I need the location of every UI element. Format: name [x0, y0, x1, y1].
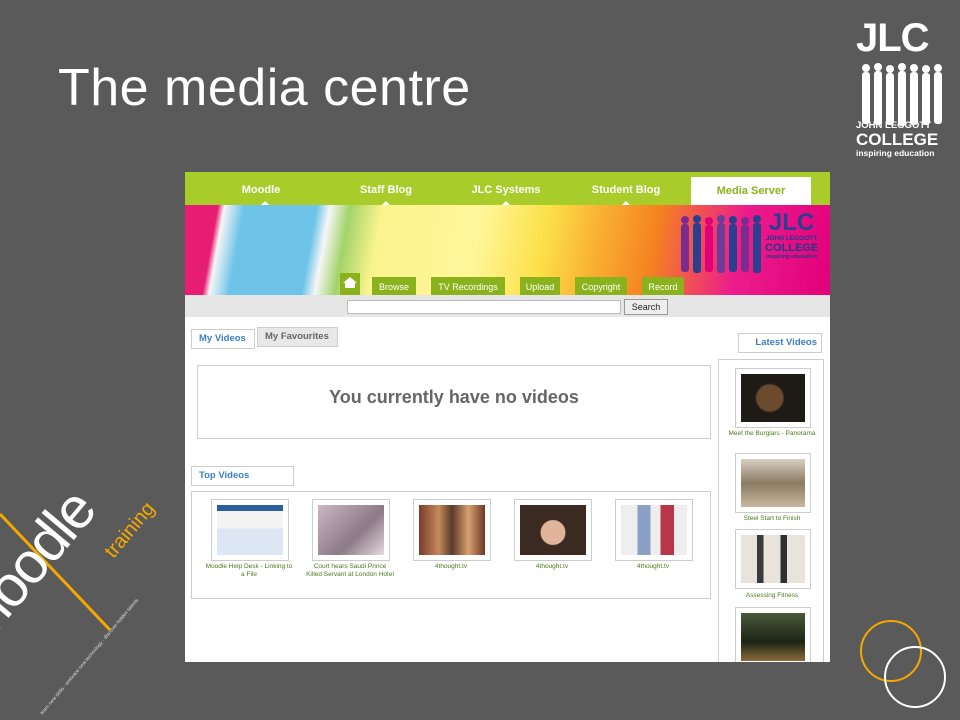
banner-logo-line2: COLLEGE [765, 242, 819, 254]
my-videos-panel: You currently have no videos [197, 365, 711, 439]
search-bar: Search [185, 295, 830, 317]
subtab-upload[interactable]: Upload [520, 277, 560, 295]
video-caption[interactable]: 4thought.tv [508, 563, 596, 571]
video-thumbnail[interactable] [615, 499, 693, 561]
video-caption[interactable]: Assessing Fitness [725, 592, 819, 600]
video-thumbnail[interactable] [735, 607, 811, 662]
slide-title: The media centre [58, 59, 471, 117]
empty-videos-message: You currently have no videos [329, 387, 579, 407]
burglars-thumbnail [741, 374, 805, 422]
video-thumbnail[interactable] [735, 453, 811, 513]
tab-my-favourites[interactable]: My Favourites [257, 327, 338, 347]
video-caption[interactable]: 4thought.tv [407, 563, 495, 571]
court-news-thumbnail [318, 505, 384, 555]
jlc-logo-line3: inspiring education [856, 148, 935, 158]
moodle-training-logo: moodle training learn new skills · embra… [0, 478, 200, 720]
tab-my-videos[interactable]: My Videos [191, 329, 255, 349]
video-thumbnail[interactable] [735, 529, 811, 589]
banner-logo-mark: JLC [768, 209, 815, 236]
jlc-logo-line2: COLLEGE [856, 130, 939, 149]
video-thumbnail[interactable] [735, 368, 811, 428]
search-button[interactable]: Search [624, 299, 668, 315]
video-caption[interactable]: Court hears Saudi Prince Killed Servant … [306, 563, 394, 578]
4thought-thumbnail [621, 505, 687, 555]
4thought-thumbnail [419, 505, 485, 555]
subtab-record[interactable]: Record [642, 277, 684, 295]
video-caption[interactable]: Meet the Burglars - Panorama [725, 430, 819, 438]
silhouette-people-icon [862, 63, 942, 126]
white-circle-decoration [884, 646, 946, 708]
banner-jlc-logo: JLC JOHN LEGGOTT COLLEGE inspiring educa… [765, 209, 819, 261]
video-thumbnail[interactable] [413, 499, 491, 561]
moodle-helpdesk-thumbnail [217, 505, 283, 555]
video-caption[interactable]: Moodle Help Desk - Linking to a File [205, 563, 293, 578]
video-caption[interactable]: 4thought.tv [609, 563, 697, 571]
steel-thumbnail [741, 459, 805, 507]
media-server-screenshot: Moodle Staff Blog JLC Systems Student Bl… [185, 172, 830, 662]
subtab-tv-recordings[interactable]: TV Recordings [431, 277, 505, 295]
home-icon [343, 277, 357, 288]
video-thumbnail[interactable] [312, 499, 390, 561]
home-tab[interactable] [340, 273, 360, 295]
site-banner: JLC JOHN LEGGOTT COLLEGE inspiring educa… [185, 205, 830, 295]
jlc-logo-mark: JLC [856, 16, 930, 60]
silhouette-people-icon [681, 215, 761, 273]
latest-videos-heading: Latest Videos [738, 333, 822, 353]
banner-logo-line3: inspiring education [766, 254, 817, 260]
search-input[interactable] [347, 300, 621, 314]
video-thumbnail[interactable] [514, 499, 592, 561]
nav-item-media-server[interactable]: Media Server [691, 177, 811, 205]
top-nav-bar: Moodle Staff Blog JLC Systems Student Bl… [185, 172, 830, 205]
video-thumbnail[interactable] [211, 499, 289, 561]
top-videos-heading: Top Videos [191, 466, 294, 486]
4thought-thumbnail [520, 505, 586, 555]
fitness-thumbnail [741, 535, 805, 583]
video-caption[interactable]: Steel Start to Finish [725, 515, 819, 523]
jlc-college-logo: JLC JOHN LEGGOTT COLLEGE inspiring educa… [856, 18, 946, 168]
subtab-browse[interactable]: Browse [372, 277, 416, 295]
latest-video-thumbnail [741, 613, 805, 661]
subtab-copyright[interactable]: Copyright [575, 277, 627, 295]
